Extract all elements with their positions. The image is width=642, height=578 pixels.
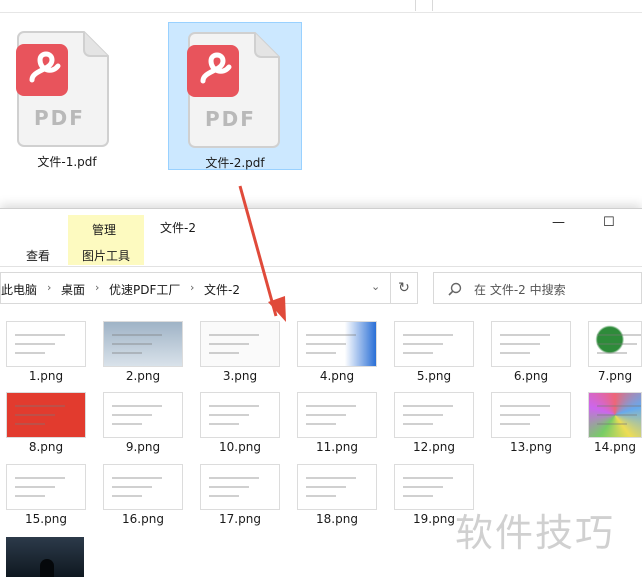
annotation-arrow — [238, 185, 286, 322]
watermark-text: 软件技巧 — [455, 511, 616, 555]
